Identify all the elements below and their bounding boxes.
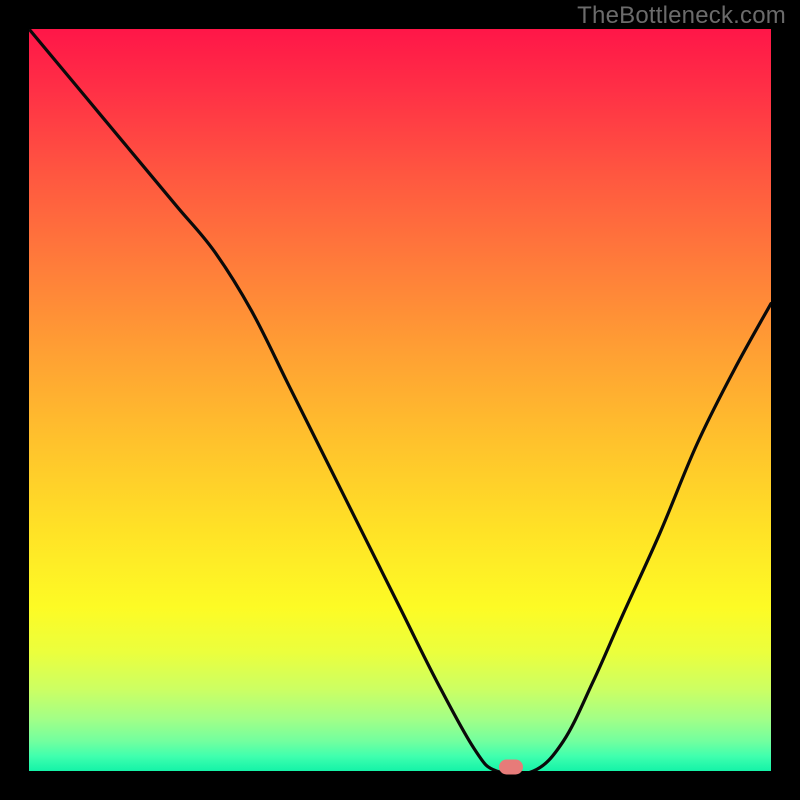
chart-frame: TheBottleneck.com xyxy=(0,0,800,800)
optimum-marker xyxy=(499,760,523,775)
bottleneck-curve xyxy=(29,29,771,771)
plot-area xyxy=(29,29,771,771)
watermark-text: TheBottleneck.com xyxy=(577,2,786,30)
